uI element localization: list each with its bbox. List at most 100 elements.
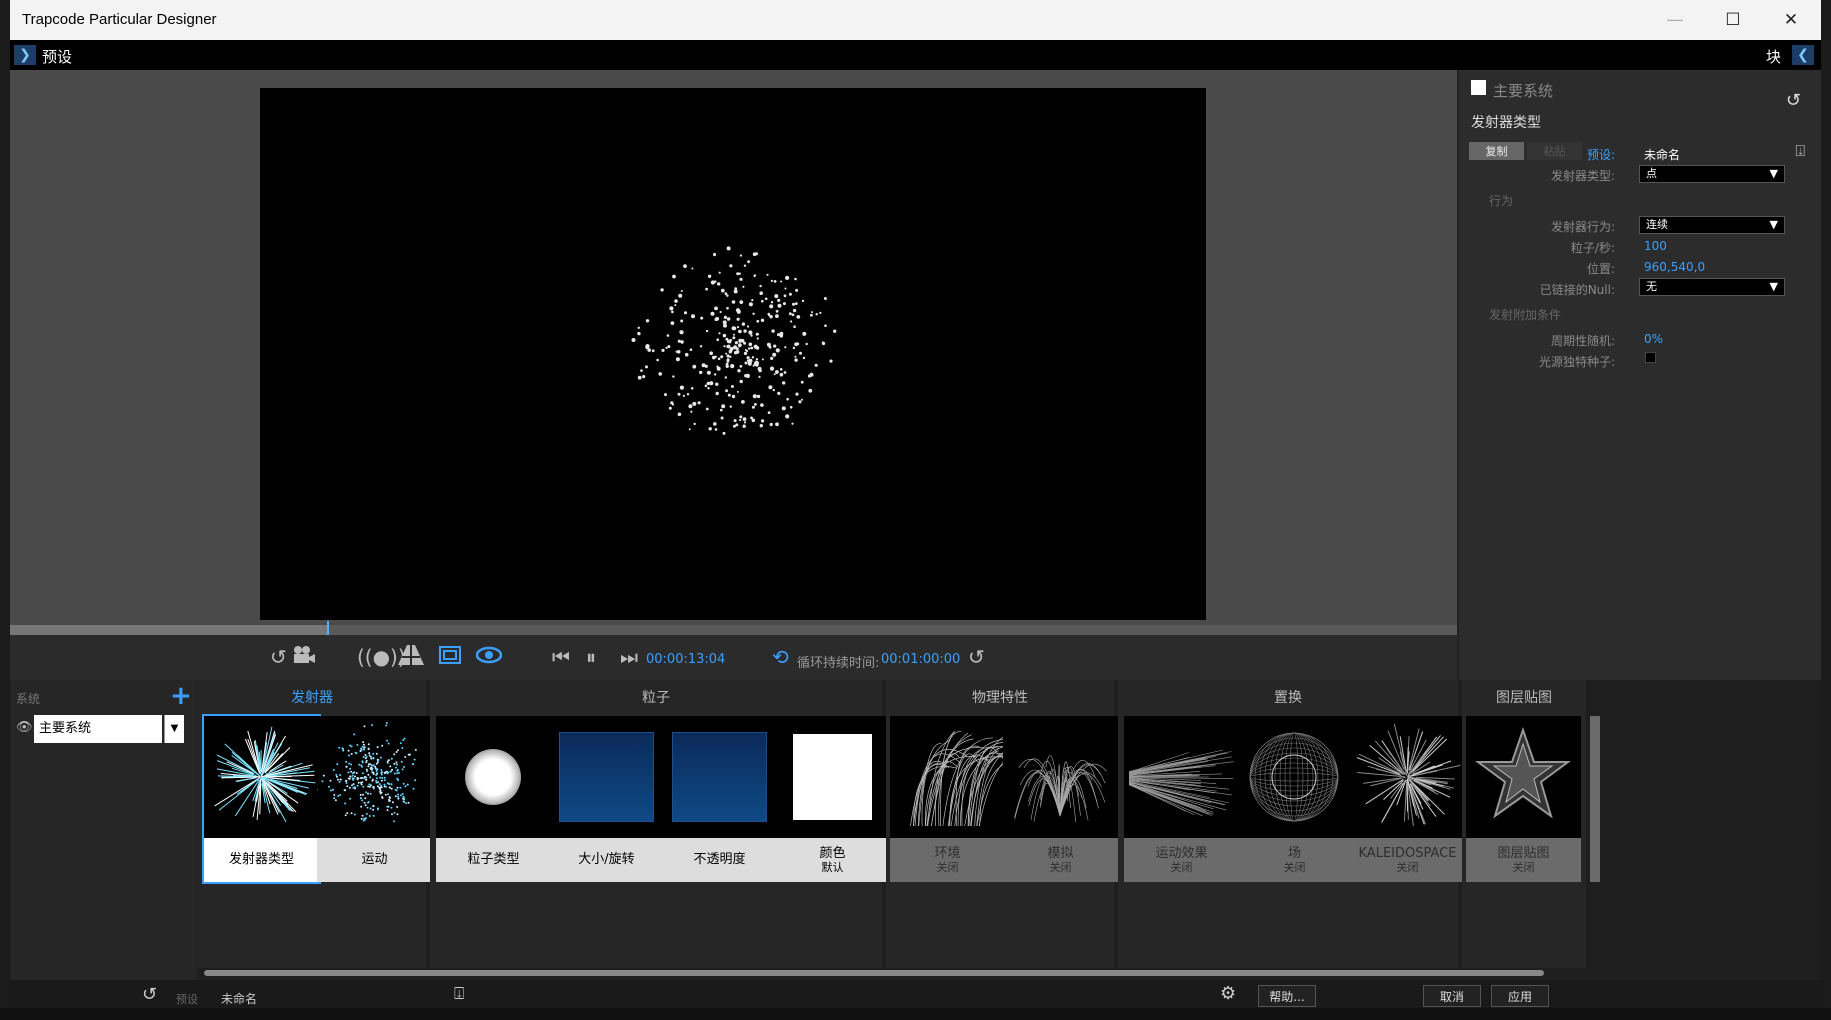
system-name-field[interactable]: 主要系统	[34, 715, 162, 743]
reset-icon[interactable]: ↺	[1786, 90, 1801, 111]
environment-thumbnail	[890, 716, 1005, 838]
save-preset-icon[interactable]: ⍗	[454, 984, 464, 1004]
periodicity-value[interactable]: 0%	[1644, 332, 1663, 346]
minimize-button[interactable]: —	[1646, 0, 1704, 40]
chevron-left-icon: ❮	[1797, 47, 1809, 63]
opacity-thumbnail	[662, 716, 777, 838]
tile-sublabel: 关闭	[1512, 861, 1535, 875]
emitter-type-dropdown[interactable]: 点 ▼	[1639, 165, 1785, 183]
tile-field[interactable]: 场关闭	[1237, 716, 1352, 882]
blocks-scrollbar[interactable]	[204, 970, 1544, 976]
particle-cloud	[631, 246, 837, 435]
group-emitter: 发射器 发射器类型 运动	[198, 680, 432, 968]
emitter-behavior-dropdown[interactable]: 连续 ▼	[1639, 216, 1785, 234]
simulation-thumbnail	[1003, 716, 1118, 838]
group-particle: 粒子 粒子类型 大小/旋转 不透明度 颜色 默认	[430, 680, 890, 968]
skip-to-start-icon[interactable]: ⏮	[552, 645, 570, 669]
light-seed-checkbox[interactable]	[1645, 352, 1656, 363]
tile-label: 运动	[361, 852, 388, 868]
transport-bar: ↺ ((●)) ⏮ ⏸ ⏭ 00:00:13:04 ⟲ 循环持续时间: 00:0…	[10, 635, 1457, 680]
light-seed-label: 光源独特种子:	[1538, 355, 1615, 369]
tile-environment[interactable]: 环境 关闭	[890, 716, 1005, 882]
title-bar: Trapcode Particular Designer — ☐ ✕	[10, 0, 1821, 40]
blocks-panel: 发射器 发射器类型 运动 粒子 粒子类型 大小/旋转 不透明度 颜色 默认 物理…	[198, 680, 1821, 980]
system-header: 系统	[16, 692, 41, 706]
tile-sublabel: 关闭	[1283, 861, 1306, 875]
partial-tile[interactable]	[1590, 716, 1600, 882]
system-dropdown-arrow-icon[interactable]: ▼	[164, 715, 184, 743]
tile-motion-effects[interactable]: 运动效果 关闭	[1124, 716, 1239, 882]
tile-sublabel: 默认	[821, 861, 844, 875]
tile-particle-type[interactable]: 粒子类型	[436, 716, 551, 882]
camera-icon[interactable]	[292, 645, 316, 670]
expand-blocks-button[interactable]: ❮	[1792, 45, 1814, 65]
tile-simulation[interactable]: 模拟 关闭	[1003, 716, 1118, 882]
extra-section-label: 发射附加条件	[1489, 308, 1562, 322]
tile-label: KALEIDOSPACE	[1358, 845, 1457, 861]
save-preset-icon[interactable]: ⍗	[1795, 141, 1805, 161]
emitter-behavior-value: 连续	[1646, 218, 1668, 231]
tile-label: 颜色	[819, 845, 846, 861]
perspective-grid-icon[interactable]	[398, 645, 424, 670]
linked-null-dropdown[interactable]: 无 ▼	[1639, 278, 1785, 296]
presets-label[interactable]: 预设	[42, 46, 72, 67]
loop-icon[interactable]: ⟲	[772, 645, 789, 669]
cancel-button[interactable]: 取消	[1423, 985, 1481, 1007]
expand-presets-button[interactable]: ❯	[14, 45, 36, 65]
tile-label: 模拟	[1047, 845, 1074, 861]
timeline-scrubber[interactable]	[10, 621, 1457, 635]
status-preset-value: 未命名	[221, 992, 258, 1006]
group-layer-map: 图层贴图 图层贴图 关闭	[1462, 680, 1586, 968]
kaleidospace-thumbnail	[1350, 716, 1465, 838]
emitter-behavior-label: 发射器行为:	[1550, 220, 1615, 234]
field-thumbnail	[1237, 716, 1352, 838]
blocks-label[interactable]: 块	[1766, 46, 1781, 67]
safe-frame-icon[interactable]	[439, 645, 461, 669]
motion-effects-thumbnail	[1124, 716, 1239, 838]
tile-color[interactable]: 颜色 默认	[775, 716, 890, 882]
particle-thumbnail	[436, 716, 551, 838]
tile-motion[interactable]: 运动	[317, 716, 432, 882]
playhead[interactable]	[327, 621, 329, 635]
group-title: 粒子	[642, 690, 670, 706]
add-system-icon[interactable]: +	[170, 681, 192, 711]
apply-button[interactable]: 应用	[1491, 985, 1549, 1007]
help-button[interactable]: 帮助...	[1258, 985, 1316, 1007]
tile-size-rotation[interactable]: 大小/旋转	[549, 716, 664, 882]
loop-duration-value[interactable]: 00:01:00:00	[881, 652, 960, 667]
tile-sublabel: 关闭	[1049, 861, 1072, 875]
reset-icon[interactable]: ↺	[142, 984, 157, 1005]
preview-viewport[interactable]	[260, 88, 1206, 620]
tile-sublabel: 关闭	[936, 861, 959, 875]
dropdown-arrow-icon: ▼	[1769, 167, 1778, 180]
system-checkbox[interactable]	[1471, 80, 1486, 95]
tile-opacity[interactable]: 不透明度	[662, 716, 777, 882]
top-bar: ❯ 预设 块 ❮	[10, 40, 1821, 70]
copy-button[interactable]: 复制	[1469, 142, 1524, 160]
eye-icon[interactable]: 👁	[16, 720, 33, 735]
linked-null-value: 无	[1646, 280, 1657, 293]
pause-icon[interactable]: ⏸	[586, 645, 596, 669]
tile-label: 场	[1287, 845, 1301, 861]
paste-button[interactable]: 粘贴	[1527, 142, 1582, 160]
layer-map-thumbnail	[1466, 716, 1581, 838]
tile-kaleidospace[interactable]: KALEIDOSPACE 关闭	[1350, 716, 1465, 882]
tile-emitter-type[interactable]: 发射器类型	[202, 714, 321, 884]
maximize-button[interactable]: ☐	[1704, 0, 1762, 40]
particles-per-sec-value[interactable]: 100	[1644, 239, 1667, 253]
eye-icon[interactable]	[475, 645, 503, 669]
group-physics: 物理特性 环境 关闭 模拟 关闭	[886, 680, 1118, 968]
group-displacement: 置换 运动效果 关闭 场关闭 KALEIDOSPACE 关闭	[1118, 680, 1465, 968]
step-forward-icon[interactable]: ⏭	[620, 645, 638, 669]
close-button[interactable]: ✕	[1762, 0, 1820, 40]
reset-loop-icon[interactable]: ↺	[968, 645, 985, 669]
preset-value: 未命名	[1644, 148, 1681, 162]
reset-camera-icon[interactable]: ↺	[270, 645, 287, 669]
tile-layer-map[interactable]: 图层贴图 关闭	[1466, 716, 1581, 882]
taskbar-strip	[0, 1008, 1831, 1020]
group-title: 物理特性	[972, 690, 1028, 706]
emitter-type-label: 发射器类型:	[1550, 169, 1615, 183]
system-panel: 系统 + 👁 主要系统 ▼	[10, 680, 196, 980]
position-value[interactable]: 960,540,0	[1644, 260, 1705, 274]
gear-icon[interactable]: ⚙	[1220, 983, 1236, 1004]
